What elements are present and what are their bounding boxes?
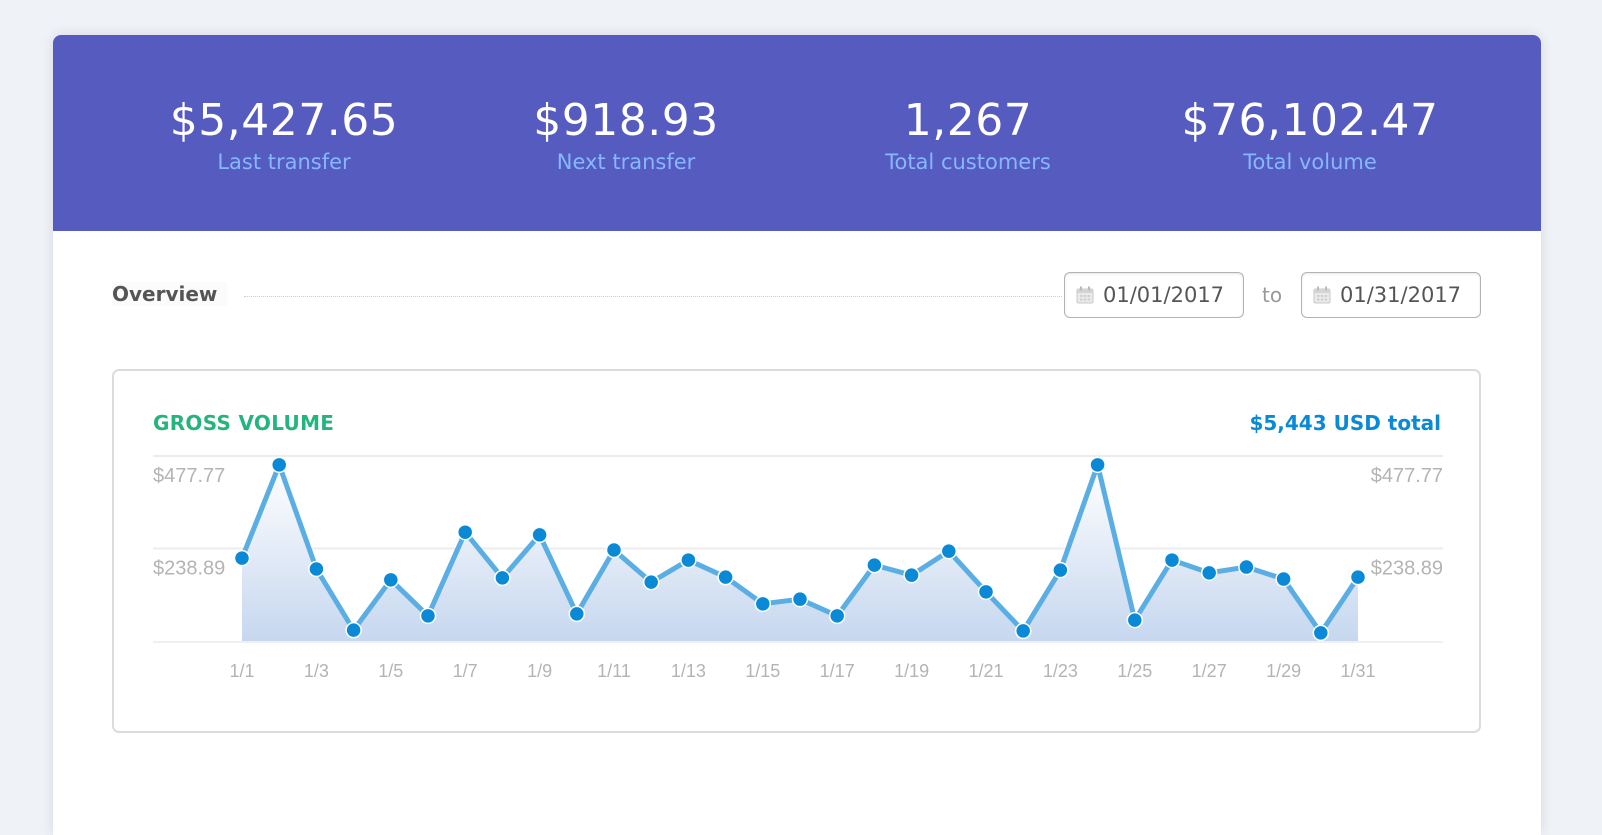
x-tick-label: 1/9: [527, 661, 552, 681]
stat-label: Total volume: [1243, 150, 1377, 174]
x-tick-label: 1/3: [304, 661, 329, 681]
y-tick-label-right: $238.89: [1371, 557, 1443, 579]
data-point-1-27: [1200, 564, 1218, 582]
x-tick-label: 1/19: [894, 661, 929, 681]
data-point-1-19: [903, 566, 920, 584]
data-point-1-11: [605, 541, 623, 559]
x-tick-label: 1/21: [968, 661, 1003, 681]
stat-label: Last transfer: [217, 150, 351, 174]
data-point-1-10: [568, 605, 586, 623]
stat-value: $76,102.47: [1181, 95, 1439, 146]
chart-plot: $238.89 $238.89 $477.77 $477.77 1/1 1/3 1/5 1/7…: [153, 455, 1443, 681]
data-point-1-18: [866, 556, 883, 574]
data-point-1-9: [531, 526, 548, 544]
stats-header: $5,427.65 Last transfer $918.93 Next tra…: [53, 35, 1541, 231]
overview-row: Overview 01/01/2017 to 01/31/2017: [112, 272, 1482, 322]
stat-next-transfer: $918.93 Next transfer: [476, 93, 776, 175]
data-point-1-13: [680, 551, 697, 569]
data-point-1-1: [233, 549, 251, 567]
y-tick-label-left: $238.89: [153, 557, 225, 579]
data-point-1-21: [977, 583, 995, 601]
x-tick-label: 1/13: [671, 661, 706, 681]
data-point-1-16: [791, 590, 809, 608]
date-from-input[interactable]: 01/01/2017: [1064, 272, 1244, 318]
x-tick-label: 1/1: [229, 661, 254, 681]
data-point-1-20: [940, 542, 958, 560]
y-tick-label-right: $477.77: [1371, 465, 1443, 487]
stat-label: Total customers: [885, 150, 1051, 174]
x-tick-label: 1/25: [1117, 661, 1152, 681]
overview-title: Overview: [112, 282, 228, 306]
date-to-input[interactable]: 01/31/2017: [1301, 272, 1481, 318]
date-to-value: 01/31/2017: [1340, 283, 1462, 307]
stat-value: 1,267: [903, 95, 1033, 146]
data-point-1-29: [1275, 570, 1292, 588]
data-point-1-2: [270, 456, 288, 474]
data-point-1-28: [1238, 558, 1255, 576]
x-tick-label: 1/5: [378, 661, 403, 681]
data-point-1-8: [494, 569, 511, 587]
calendar-icon: [1313, 286, 1331, 304]
data-point-1-4: [345, 621, 362, 639]
data-point-1-26: [1163, 551, 1181, 569]
data-point-1-6: [419, 607, 437, 625]
stat-total-volume: $76,102.47 Total volume: [1160, 93, 1460, 175]
x-tick-label: 1/23: [1043, 661, 1078, 681]
stat-value: $918.93: [533, 95, 719, 146]
data-point-1-22: [1014, 622, 1032, 640]
data-point-1-12: [642, 573, 660, 591]
data-point-1-25: [1126, 611, 1144, 629]
x-tick-label: 1/29: [1266, 661, 1301, 681]
dashboard-card: $5,427.65 Last transfer $918.93 Next tra…: [53, 35, 1541, 835]
to-label: to: [1262, 283, 1283, 307]
data-point-1-23: [1052, 561, 1069, 579]
data-point-1-14: [717, 568, 734, 586]
area-fill: [242, 464, 1358, 641]
stat-value: $5,427.65: [169, 95, 399, 146]
x-tick-label: 1/27: [1192, 661, 1227, 681]
stat-last-transfer: $5,427.65 Last transfer: [134, 93, 434, 175]
data-point-1-5: [382, 571, 400, 589]
x-tick-label: 1/11: [597, 661, 631, 681]
data-point-1-7: [456, 523, 474, 541]
x-tick-label: 1/15: [745, 661, 780, 681]
gross-volume-chart: GROSS VOLUME $5,443 USD total $238.89 $23…: [112, 369, 1481, 733]
date-from-value: 01/01/2017: [1103, 283, 1225, 307]
calendar-icon: [1076, 286, 1094, 304]
data-point-1-30: [1312, 624, 1330, 642]
x-tick-label: 1/7: [453, 661, 478, 681]
divider: [244, 296, 1062, 297]
data-point-1-17: [828, 607, 846, 625]
stat-total-customers: 1,267 Total customers: [818, 93, 1118, 175]
data-point-1-24: [1089, 456, 1106, 474]
data-point-1-3: [308, 560, 325, 578]
x-tick-label: 1/31: [1340, 661, 1375, 681]
x-tick-label: 1/17: [820, 661, 855, 681]
y-tick-label-left: $477.77: [153, 465, 225, 487]
data-point-1-15: [754, 595, 772, 613]
stat-label: Next transfer: [556, 150, 696, 174]
data-point-1-31: [1349, 568, 1367, 586]
